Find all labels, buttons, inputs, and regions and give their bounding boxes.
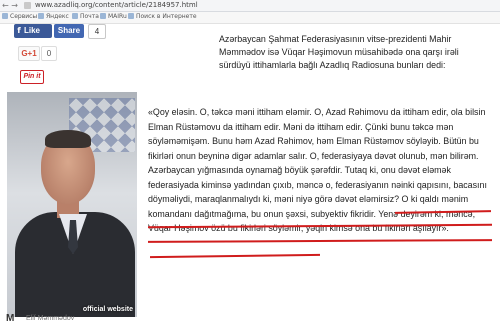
facebook-icon: f bbox=[17, 26, 21, 35]
pin-it-button[interactable]: Pin it bbox=[20, 70, 44, 84]
bookmark-mairu[interactable]: MAIRu bbox=[100, 13, 127, 20]
bookmark-mail[interactable]: Почта bbox=[72, 13, 99, 20]
bookmark-icon bbox=[128, 13, 134, 19]
partial-author-name: Elif Məmmədov bbox=[26, 315, 75, 322]
article-photo: official website bbox=[7, 92, 137, 317]
bookmark-icon bbox=[72, 13, 78, 19]
url-text[interactable]: www.azadliq.org/content/article/2184957.… bbox=[35, 1, 198, 9]
google-plus-count: 0 bbox=[41, 46, 57, 61]
browser-address-bar[interactable]: ← → www.azadliq.org/content/article/2184… bbox=[0, 0, 500, 12]
apps-icon bbox=[2, 13, 8, 19]
bookmark-yandex[interactable]: Яндекс bbox=[38, 13, 69, 20]
facebook-like-button[interactable]: f Like bbox=[14, 24, 52, 38]
bookmarks-bar: Сервисы Яндекс Почта MAIRu Поиск в Интер… bbox=[0, 12, 500, 24]
photo-caption: official website bbox=[82, 306, 133, 313]
bookmark-icon bbox=[38, 13, 44, 19]
facebook-share-button[interactable]: Share bbox=[54, 24, 84, 38]
article-intro-paragraph: Azərbaycan Şahmat Federasiyasının vitse-… bbox=[219, 34, 459, 70]
bookmark-icon bbox=[100, 13, 106, 19]
page-favicon-icon bbox=[24, 2, 31, 9]
underline-mark bbox=[147, 239, 493, 243]
underline-mark bbox=[149, 253, 321, 259]
article-quote-paragraph: «Qoy eləsin. O, təkcə məni ittiham eləmi… bbox=[148, 107, 487, 233]
share-count: 4 bbox=[88, 24, 106, 39]
back-forward-icon[interactable]: ← → bbox=[2, 1, 18, 10]
partial-logo: M bbox=[6, 313, 15, 324]
bookmark-services[interactable]: Сервисы bbox=[2, 13, 37, 20]
google-plus-button[interactable]: G+1 bbox=[18, 46, 40, 61]
bookmark-search[interactable]: Поиск в Интернете bbox=[128, 13, 197, 20]
